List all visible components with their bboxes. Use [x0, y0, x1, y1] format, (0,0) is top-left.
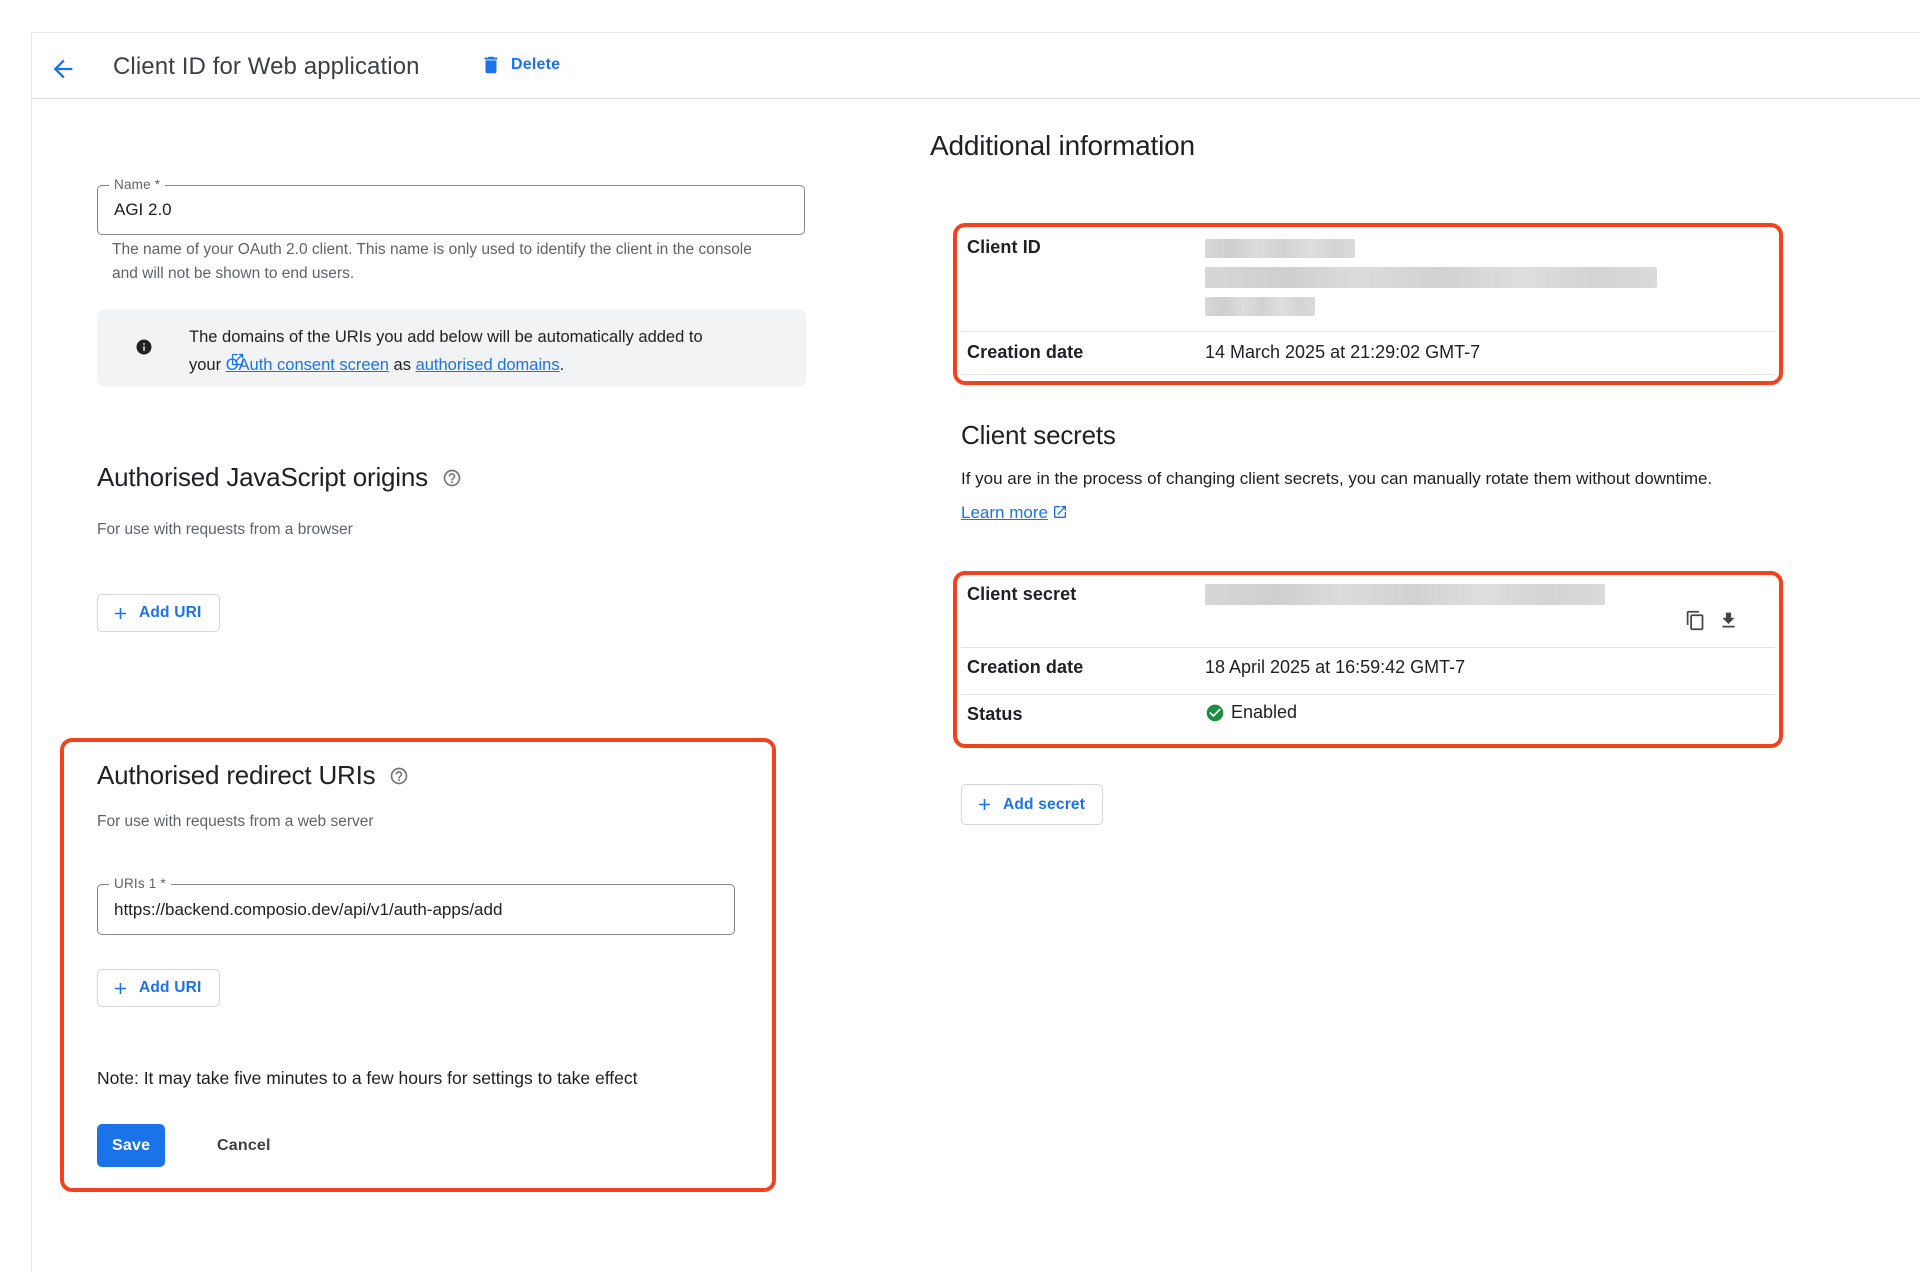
- redirect-uris-heading-text: Authorised redirect URIs: [97, 760, 375, 791]
- add-redirect-uri-label: Add URI: [139, 979, 202, 997]
- redirect-uris-highlight-box: [60, 738, 776, 1192]
- additional-info-heading: Additional information: [930, 130, 1195, 162]
- client-id-card-bottom-divider: [961, 374, 1775, 375]
- client-id-redacted-line-2: [1205, 267, 1657, 288]
- client-secret-card-divider-2: [961, 694, 1775, 695]
- plus-icon: [111, 979, 130, 998]
- redirect-uri-input[interactable]: [98, 885, 734, 934]
- panel-left-border: [31, 32, 32, 1273]
- client-id-redacted-line-3: [1205, 297, 1315, 316]
- banner-text: The domains of the URIs you add below wi…: [189, 323, 727, 380]
- client-name-field[interactable]: Name *: [97, 185, 805, 235]
- js-origins-heading: Authorised JavaScript origins: [97, 462, 462, 493]
- client-id-creation-date-label: Creation date: [967, 342, 1083, 363]
- js-origins-subtitle: For use with requests from a browser: [97, 521, 353, 539]
- client-id-creation-date-value: 14 March 2025 at 21:29:02 GMT-7: [1205, 342, 1480, 363]
- arrow-left-icon: [49, 55, 77, 83]
- status-value-cell: Enabled: [1205, 702, 1297, 723]
- copy-icon: [1685, 610, 1706, 631]
- domains-info-banner: The domains of the URIs you add below wi…: [97, 309, 806, 387]
- redirect-uri-field[interactable]: URIs 1 *: [97, 884, 735, 935]
- client-name-help-text: The name of your OAuth 2.0 client. This …: [112, 238, 754, 286]
- back-button[interactable]: [49, 55, 77, 83]
- client-id-card-divider: [961, 331, 1775, 332]
- status-value: Enabled: [1231, 702, 1297, 723]
- client-secret-label: Client secret: [967, 584, 1076, 605]
- open-in-new-icon: [1052, 504, 1068, 520]
- plus-icon: [975, 795, 994, 814]
- add-redirect-uri-button[interactable]: Add URI: [97, 969, 220, 1007]
- oauth-client-detail-page: Client ID for Web application Delete Nam…: [0, 0, 1920, 1273]
- client-name-input[interactable]: [98, 186, 804, 234]
- check-circle-icon: [1205, 703, 1225, 723]
- redirect-uris-heading: Authorised redirect URIs: [97, 760, 409, 791]
- delete-button[interactable]: Delete: [480, 54, 560, 76]
- client-secret-redacted: [1205, 584, 1605, 605]
- client-id-label: Client ID: [967, 237, 1041, 258]
- trash-icon: [480, 54, 502, 76]
- save-button[interactable]: Save: [97, 1124, 165, 1167]
- add-js-origin-uri-label: Add URI: [139, 604, 202, 622]
- client-secret-card-divider-1: [961, 647, 1775, 648]
- info-icon: [135, 338, 153, 356]
- delete-label: Delete: [511, 56, 560, 74]
- plus-icon: [111, 604, 130, 623]
- client-secrets-description: If you are in the process of changing cl…: [961, 462, 1716, 530]
- client-secrets-heading: Client secrets: [961, 420, 1116, 451]
- add-secret-label: Add secret: [1003, 796, 1085, 814]
- client-secrets-description-text: If you are in the process of changing cl…: [961, 469, 1712, 488]
- help-icon[interactable]: [442, 468, 462, 488]
- authorised-domains-link[interactable]: authorised domains: [416, 356, 560, 374]
- js-origins-heading-text: Authorised JavaScript origins: [97, 462, 428, 493]
- status-label: Status: [967, 704, 1023, 725]
- header-divider: [32, 98, 1920, 99]
- download-icon: [1718, 610, 1739, 631]
- cancel-button[interactable]: Cancel: [207, 1124, 281, 1167]
- help-icon[interactable]: [389, 766, 409, 786]
- redirect-uris-subtitle: For use with requests from a web server: [97, 813, 374, 831]
- copy-secret-button[interactable]: [1685, 610, 1706, 634]
- banner-text-middle: as: [389, 356, 416, 374]
- learn-more-link[interactable]: Learn more: [961, 503, 1048, 522]
- settings-note: Note: It may take five minutes to a few …: [97, 1068, 638, 1089]
- add-secret-button[interactable]: Add secret: [961, 784, 1103, 825]
- page-title: Client ID for Web application: [113, 53, 420, 81]
- add-js-origin-uri-button[interactable]: Add URI: [97, 594, 220, 632]
- banner-text-after: .: [560, 356, 565, 374]
- open-in-new-icon: [230, 352, 245, 367]
- download-secret-button[interactable]: [1718, 610, 1739, 634]
- client-id-redacted-line-1: [1205, 239, 1355, 258]
- secret-creation-date-value: 18 April 2025 at 16:59:42 GMT-7: [1205, 657, 1465, 678]
- oauth-consent-screen-link[interactable]: OAuth consent screen: [226, 356, 389, 374]
- secret-creation-date-label: Creation date: [967, 657, 1083, 678]
- panel-top-border: [31, 32, 1920, 33]
